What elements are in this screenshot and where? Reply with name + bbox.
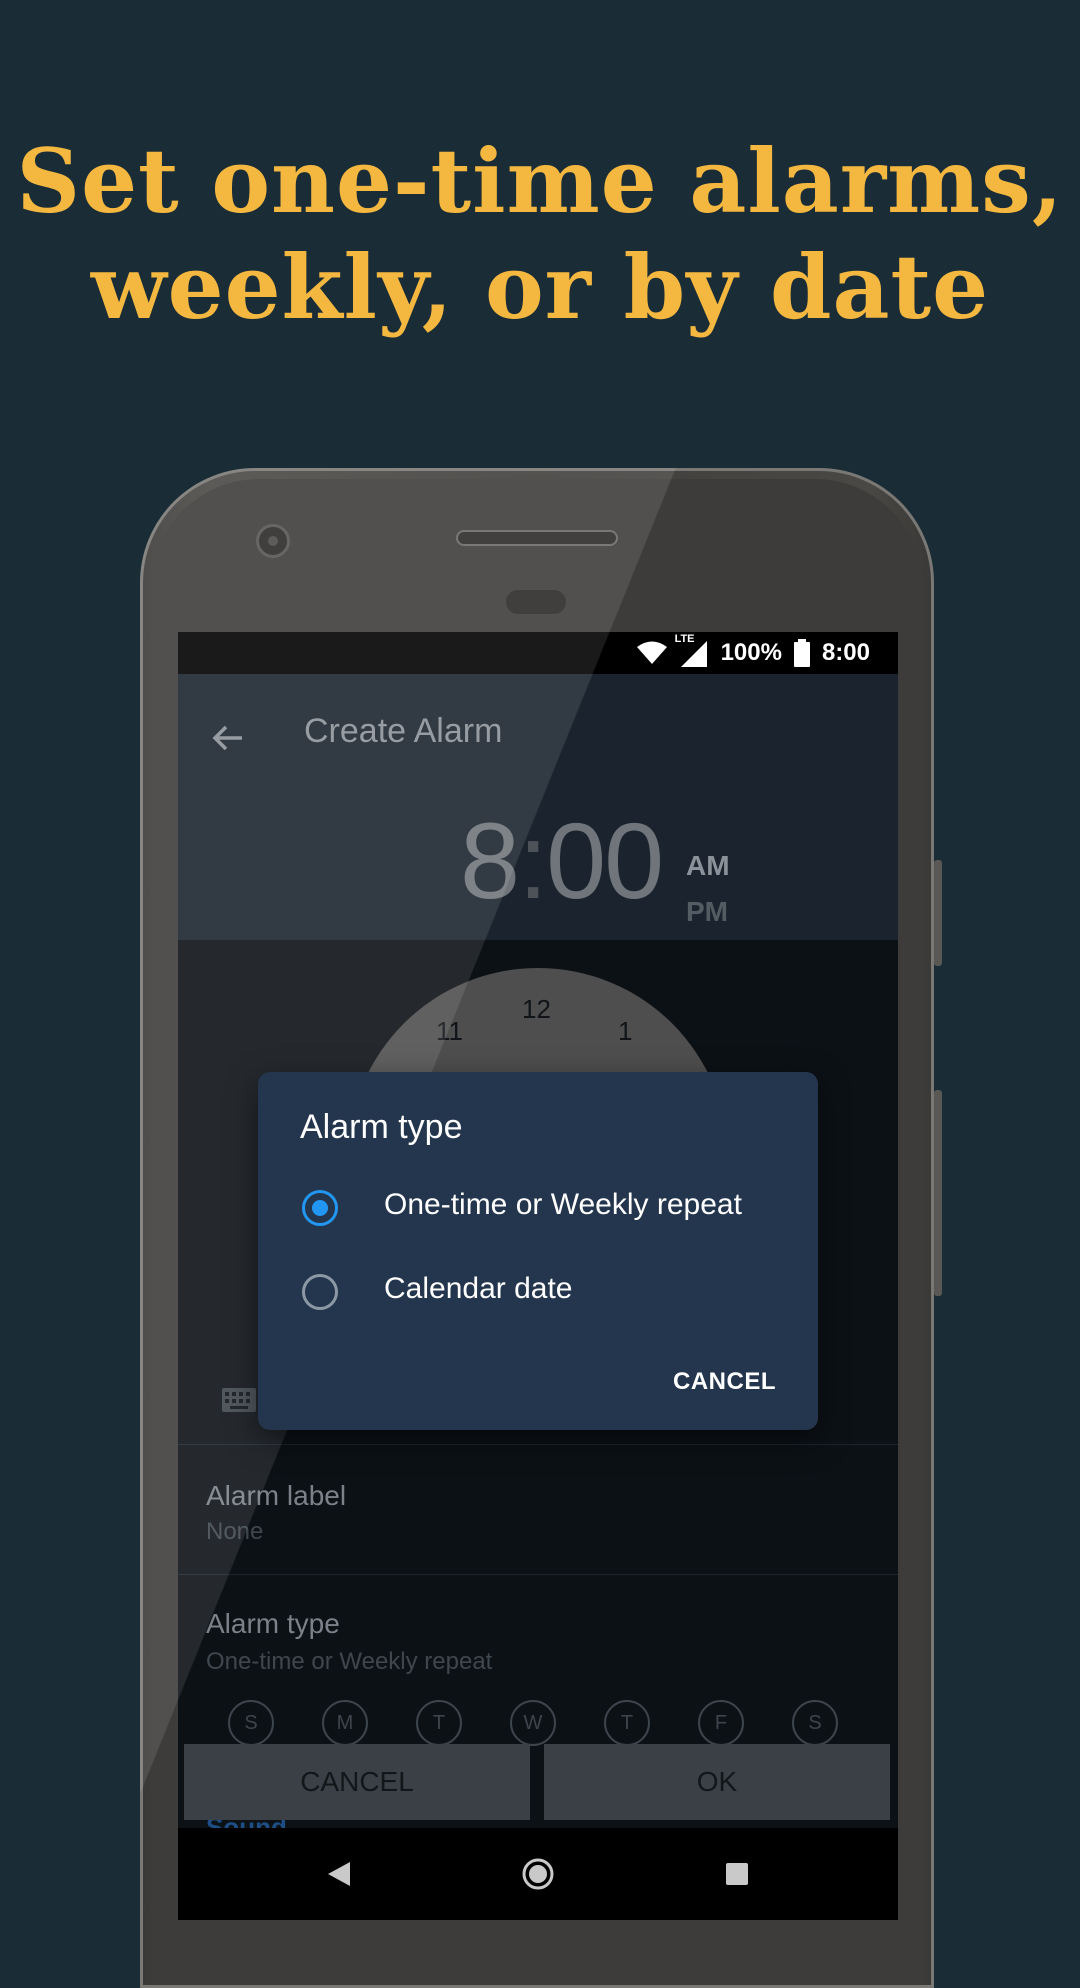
keyboard-icon[interactable] <box>222 1388 256 1412</box>
wifi-icon <box>636 641 667 664</box>
am-toggle[interactable]: AM <box>686 850 730 882</box>
earpiece-speaker <box>456 530 618 546</box>
dial-number-12[interactable]: 12 <box>522 994 551 1025</box>
pm-toggle[interactable]: PM <box>686 896 728 928</box>
dial-number-11[interactable]: 11 <box>436 1016 463 1047</box>
alarm-type-title: Alarm type <box>206 1608 340 1639</box>
option-label[interactable]: Calendar date <box>384 1272 572 1306</box>
dialog-title: Alarm type <box>300 1108 463 1146</box>
option-label[interactable]: One-time or Weekly repeat <box>384 1188 742 1222</box>
arrow-left-icon[interactable] <box>208 718 248 758</box>
proximity-sensor <box>506 590 566 614</box>
navigation-bar <box>178 1828 898 1920</box>
radio-selected[interactable] <box>302 1190 338 1226</box>
battery-percent: 100% <box>720 639 782 666</box>
front-camera <box>256 524 290 558</box>
alarm-label-title: Alarm label <box>206 1480 347 1511</box>
dialog-cancel-button[interactable]: CANCEL <box>673 1368 776 1396</box>
battery-icon <box>793 639 810 667</box>
radio-unselected[interactable] <box>302 1274 338 1310</box>
divider <box>178 1444 898 1445</box>
status-bar: LTE 100% 8:00 <box>178 632 898 674</box>
cancel-button[interactable]: CANCEL <box>184 1744 530 1820</box>
day-toggle-tue[interactable]: T <box>416 1700 462 1746</box>
time-minutes[interactable]: 00 <box>546 800 664 921</box>
signal-icon <box>680 641 707 667</box>
time-hour[interactable]: 8 <box>460 800 520 921</box>
day-toggle-wed[interactable]: W <box>510 1700 556 1746</box>
day-toggle-thu[interactable]: T <box>604 1700 650 1746</box>
back-triangle-icon[interactable] <box>326 1860 352 1888</box>
recents-square-icon[interactable] <box>726 1863 748 1885</box>
day-toggle-fri[interactable]: F <box>698 1700 744 1746</box>
headline-line-2: weekly, or by date <box>90 235 990 339</box>
volume-button <box>934 860 942 966</box>
status-time: 8:00 <box>821 639 870 666</box>
home-circle-icon[interactable] <box>521 1857 555 1891</box>
day-toggle-sun[interactable]: S <box>228 1700 274 1746</box>
divider <box>178 1574 898 1575</box>
headline: Set one-time alarms, weekly, or by date <box>0 128 1080 340</box>
ok-button[interactable]: OK <box>544 1744 890 1820</box>
time-display[interactable]: 8:00 <box>460 798 664 923</box>
page-title: Create Alarm <box>304 712 503 750</box>
day-toggle-mon[interactable]: M <box>322 1700 368 1746</box>
dial-number-1[interactable]: 1 <box>618 1016 632 1047</box>
time-separator: : <box>518 800 548 921</box>
headline-line-1: Set one-time alarms, <box>16 129 1064 233</box>
app-bar: Create Alarm 8:00 AM PM <box>178 674 898 940</box>
power-button <box>934 1090 942 1296</box>
alarm-label-value: None <box>206 1518 264 1545</box>
alarm-type-value: One-time or Weekly repeat <box>206 1648 493 1675</box>
day-toggle-sat[interactable]: S <box>792 1700 838 1746</box>
alarm-type-dialog: Alarm type One-time or Weekly repeat Cal… <box>258 1072 818 1430</box>
